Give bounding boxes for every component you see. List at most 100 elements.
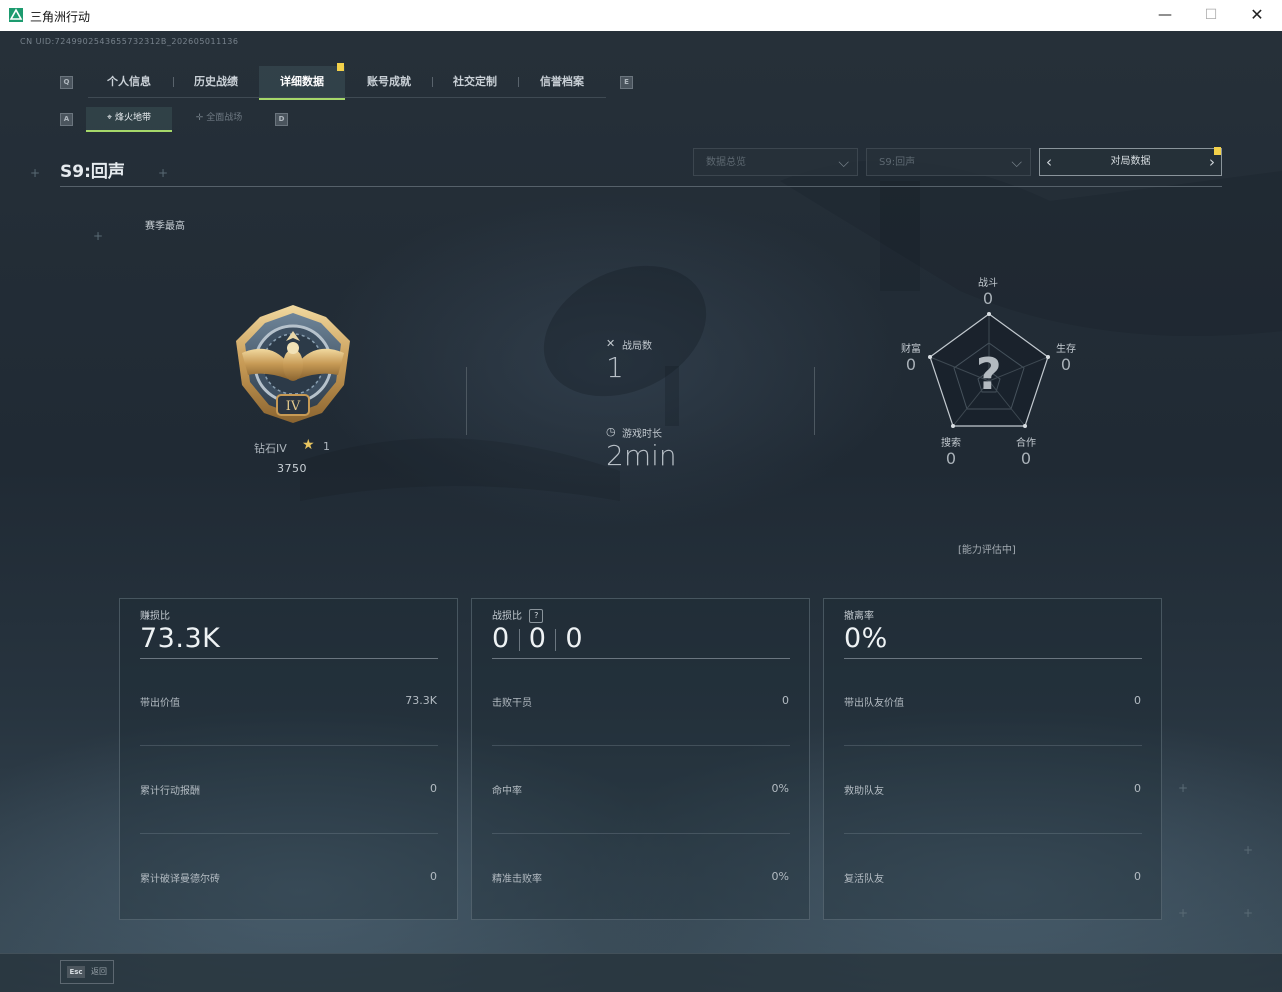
subtab-left-key-hint[interactable]: A [60,113,73,126]
match-button-label: 对局数据 [1110,156,1151,167]
matches-label: 战局数 [622,341,652,352]
row-label: 带出价值 [140,698,180,709]
subtab-label: 全面战场 [206,113,243,123]
panel-divider [492,658,790,659]
badge-numeral: IV [286,399,301,414]
kd-part: 0 [528,623,547,654]
back-label: 返回 [91,967,107,976]
radar-unknown-mark: ? [976,349,1002,400]
extract-panel: 撤离率 0% 带出队友价值 0 救助队友 0 复活队友 0 [823,598,1162,920]
decor-plus: + [1243,843,1254,857]
row-divider [844,833,1142,834]
decor-plus: + [1178,906,1189,920]
player-uid: CN UID:7249902543655732312B_202605011136 [20,37,239,46]
dropdown-value: 数据总览 [706,157,746,168]
tab-left-key-hint[interactable]: Q [60,76,73,89]
rank-score: 3750 [277,462,307,475]
kd-separator [555,628,557,651]
row-value: 0 [430,782,437,795]
row-divider [140,745,438,746]
help-icon[interactable]: ? [529,609,544,623]
tab-social[interactable]: 社交定制 [437,66,513,98]
row-label: 累计行动报酬 [140,786,200,797]
row-value: 73.3K [405,694,437,707]
kd-panel: 战损比 ? 000 击败干员 0 命中率 0% 精准击败率 0% [471,598,810,920]
row-label: 命中率 [492,786,522,797]
section-divider [814,367,815,435]
game-viewport: CN UID:7249902543655732312B_202605011136… [0,31,1282,992]
season-dropdown[interactable]: S9:回声 ⌵ [866,148,1031,176]
row-divider [492,745,790,746]
row-label: 复活队友 [844,874,884,885]
row-label: 救助队友 [844,786,884,797]
panel-title: 撤离率 [844,611,874,622]
kd-part: 0 [565,623,584,654]
radar-value-combat: 0 [982,289,994,308]
star-icon: ★ [302,437,315,453]
section-divider [466,367,467,435]
tab-separator [518,77,519,87]
decor-plus: + [1178,781,1189,795]
tab-achievements[interactable]: 账号成就 [350,66,428,98]
profit-ratio-value: 73.3K [140,623,221,654]
tab-personal-info[interactable]: 个人信息 [90,66,168,98]
row-value: 0 [1134,694,1141,707]
crossed-swords-icon: ✕ [606,337,616,350]
decor-plus: + [30,166,41,180]
radar-label-teamwork: 合作 [1016,438,1036,449]
row-value: 0 [430,870,437,883]
season-title: S9:回声 [60,162,125,182]
maximize-button[interactable]: ☐ [1188,0,1234,31]
profit-panel: 赚损比 73.3K 带出价值 73.3K 累计行动报酬 0 累计破译曼德尔砖 0 [119,598,458,920]
extract-rate-value: 0% [844,623,888,654]
chevron-down-icon: ⌵ [1011,155,1022,171]
panel-divider [844,658,1142,659]
season-best-label: 赛季最高 [145,221,185,232]
row-label: 击败干员 [492,698,532,709]
decor-plus: + [93,229,104,243]
radar-label-combat: 战斗 [978,278,998,289]
window-title: 三角洲行动 [30,10,91,24]
row-label: 精准击败率 [492,874,542,885]
minimize-button[interactable]: — [1142,0,1188,31]
notification-flag [337,63,344,71]
subtab-warfare[interactable]: ✛ 全面战场 [176,107,262,130]
row-value: 0 [1134,870,1141,883]
tab-detailed-data[interactable]: 详细数据 [259,66,345,100]
tab-reputation[interactable]: 信誉档案 [523,66,601,98]
radar-value-teamwork: 0 [1020,449,1032,468]
subtab-hazard-zone[interactable]: ⌖ 烽火地带 [86,107,172,132]
row-value: 0% [771,870,789,883]
decor-plus: + [1243,906,1254,920]
chevron-left-icon[interactable]: ‹ [1046,149,1052,175]
chevron-down-icon: ⌵ [838,155,849,171]
tab-match-history[interactable]: 历史战绩 [178,66,254,98]
tab-separator [173,77,174,87]
panel-divider [140,658,438,659]
kd-separator [518,628,520,651]
rank-badge-icon: IV [236,305,350,423]
kd-part: 0 [492,623,510,654]
subtab-right-key-hint[interactable]: D [275,113,288,126]
window-titlebar: 三角洲行动 — ☐ ✕ [0,0,1282,32]
radar-label-survival: 生存 [1056,344,1076,355]
panel-title: 战损比 [492,611,522,622]
decor-plus: + [158,166,169,180]
radar-value-wealth: 0 [905,355,917,374]
row-label: 累计破译曼德尔砖 [140,874,220,885]
bottom-bar [0,953,1282,992]
data-type-dropdown[interactable]: 数据总览 ⌵ [693,148,858,176]
back-button[interactable]: Esc 返回 [60,960,114,984]
dropdown-value: S9:回声 [879,157,916,168]
close-button[interactable]: ✕ [1234,0,1280,31]
app-logo-icon [9,8,23,22]
row-value: 0 [782,694,789,707]
tab-separator [432,77,433,87]
tab-underline [88,97,606,98]
radar-label-search: 搜索 [941,438,961,449]
match-data-button[interactable]: ‹ 对局数据 › [1039,148,1222,176]
playtime-value: 2min [606,439,677,472]
rank-name: 钻石IV [254,442,287,455]
playtime-label: 游戏时长 [622,429,662,440]
tab-right-key-hint[interactable]: E [620,76,633,89]
